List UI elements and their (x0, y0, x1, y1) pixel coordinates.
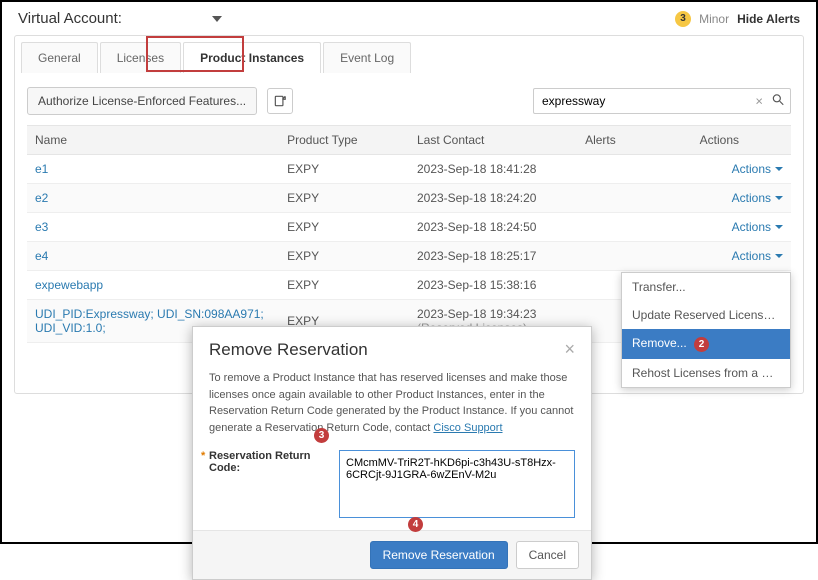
actions-menu-trigger[interactable]: Actions (732, 249, 783, 263)
callout-2: 2 (694, 337, 709, 352)
actions-menu-trigger[interactable]: Actions (732, 191, 783, 205)
chevron-down-icon (775, 225, 783, 229)
table-row: e3 EXPY2023-Sep-18 18:24:50 Actions (27, 213, 791, 242)
tab-product-instances[interactable]: Product Instances (183, 42, 321, 73)
tab-licenses[interactable]: Licenses (100, 42, 181, 73)
hide-alerts-link[interactable]: Hide Alerts (737, 12, 800, 26)
last-contact-cell: 2023-Sep-18 18:41:28 (409, 155, 577, 184)
clear-search-icon[interactable]: × (755, 94, 763, 109)
actions-dropdown: Transfer... Update Reserved Licenses... … (621, 272, 791, 388)
instance-name-link[interactable]: expewebapp (35, 278, 103, 292)
product-type-cell: EXPY (279, 242, 409, 271)
last-contact-cell: 2023-Sep-18 15:38:16 (409, 271, 577, 300)
search-input[interactable] (533, 88, 791, 114)
col-alerts[interactable]: Alerts (577, 126, 692, 155)
return-code-textarea[interactable] (339, 450, 575, 518)
chevron-down-icon (775, 167, 783, 171)
export-icon[interactable] (267, 88, 293, 114)
product-type-cell: EXPY (279, 155, 409, 184)
modal-title: Remove Reservation (209, 340, 368, 360)
return-code-label: Reservation Return Code: (209, 450, 329, 474)
chevron-down-icon (775, 254, 783, 258)
actions-menu-trigger[interactable]: Actions (732, 162, 783, 176)
alerts-cell (577, 155, 692, 184)
callout-3: 3 (314, 428, 329, 443)
product-type-cell: EXPY (279, 184, 409, 213)
dropdown-remove[interactable]: Remove... 2 (622, 329, 790, 359)
search-icon[interactable] (771, 93, 785, 110)
remove-reservation-modal: Remove Reservation × To remove a Product… (192, 326, 592, 580)
dropdown-rehost[interactable]: Rehost Licenses from a Failed Product... (622, 359, 790, 387)
dropdown-transfer[interactable]: Transfer... (622, 273, 790, 301)
last-contact-cell: 2023-Sep-18 18:24:50 (409, 213, 577, 242)
col-actions[interactable]: Actions (692, 126, 791, 155)
chevron-down-icon[interactable] (212, 16, 222, 22)
instance-name-link[interactable]: e1 (35, 162, 48, 176)
alerts-cell (577, 213, 692, 242)
cisco-support-link[interactable]: Cisco Support (433, 422, 502, 434)
remove-reservation-button[interactable]: Remove Reservation (370, 541, 508, 569)
alerts-cell (577, 184, 692, 213)
instance-name-link[interactable]: e3 (35, 220, 48, 234)
authorize-features-button[interactable]: Authorize License-Enforced Features... (27, 87, 257, 115)
chevron-down-icon (775, 196, 783, 200)
virtual-account-selector[interactable]: Virtual Account: (18, 10, 222, 27)
tab-general[interactable]: General (21, 42, 98, 73)
alerts-cell (577, 242, 692, 271)
minor-alert-badge[interactable]: 3 (675, 11, 691, 27)
col-last-contact[interactable]: Last Contact (409, 126, 577, 155)
dropdown-remove-label: Remove... (632, 336, 687, 350)
product-type-cell: EXPY (279, 271, 409, 300)
table-row: e2 EXPY2023-Sep-18 18:24:20 Actions (27, 184, 791, 213)
actions-menu-trigger[interactable]: Actions (732, 220, 783, 234)
table-header-row: Name Product Type Last Contact Alerts Ac… (27, 126, 791, 155)
instance-name-link[interactable]: e2 (35, 191, 48, 205)
table-row: e4 EXPY2023-Sep-18 18:25:17 Actions (27, 242, 791, 271)
modal-description: To remove a Product Instance that has re… (193, 364, 591, 448)
tab-event-log[interactable]: Event Log (323, 42, 411, 73)
close-icon[interactable]: × (564, 339, 575, 360)
last-contact-cell: 2023-Sep-18 18:25:17 (409, 242, 577, 271)
last-contact-cell: 2023-Sep-18 18:24:20 (409, 184, 577, 213)
minor-alert-label: Minor (699, 12, 729, 26)
table-row: e1 EXPY2023-Sep-18 18:41:28 Actions (27, 155, 791, 184)
virtual-account-label: Virtual Account: (18, 10, 122, 27)
dropdown-update-reserved[interactable]: Update Reserved Licenses... (622, 301, 790, 329)
callout-4: 4 (408, 517, 423, 532)
col-product-type[interactable]: Product Type (279, 126, 409, 155)
col-name[interactable]: Name (27, 126, 279, 155)
cancel-button[interactable]: Cancel (516, 541, 579, 569)
product-type-cell: EXPY (279, 213, 409, 242)
instance-name-link[interactable]: e4 (35, 249, 48, 263)
